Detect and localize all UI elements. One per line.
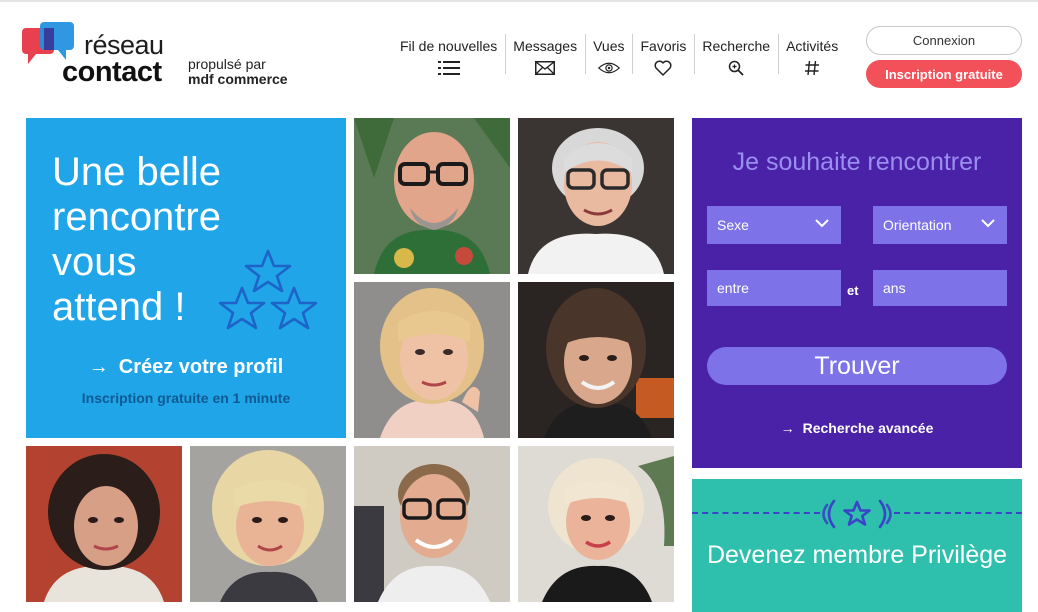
logo-word-contact: contact <box>62 56 162 88</box>
nav-item-label: Vues <box>593 38 625 54</box>
search-title: Je souhaite rencontrer <box>732 148 982 176</box>
advanced-search-label: Recherche avancée <box>802 420 934 436</box>
eye-icon <box>597 60 620 76</box>
stars-icon <box>218 249 318 330</box>
member-photo[interactable] <box>518 118 674 274</box>
nav-item-favorites[interactable]: Favoris <box>632 32 694 76</box>
find-button[interactable]: Trouver <box>707 347 1007 385</box>
member-photo[interactable] <box>354 118 510 274</box>
nav-item-label: Favoris <box>640 38 687 54</box>
sex-select-value: Sexe <box>717 217 749 233</box>
member-photo-image <box>354 446 510 602</box>
site-header: réseau contact propulsé par mdf commerce… <box>0 0 1038 100</box>
powered-by-text: propulsé par <box>188 56 266 72</box>
member-photo-image <box>518 446 674 602</box>
privilege-title: Devenez membre Privilège <box>706 541 1008 569</box>
member-photo-image <box>518 282 674 438</box>
search-panel: Je souhaite rencontrer Sexe Orientation … <box>692 118 1022 468</box>
advanced-search-link[interactable]: → Recherche avancée <box>692 420 1022 436</box>
member-photo[interactable] <box>518 282 674 438</box>
decorative-dashed-line <box>894 512 1022 516</box>
nav-item-search[interactable]: Recherche <box>694 32 778 76</box>
star-badge-icon <box>822 499 892 529</box>
orientation-select[interactable]: Orientation <box>873 206 1007 244</box>
create-profile-link[interactable]: → Créez votre profil <box>26 356 346 379</box>
hero-panel: Une belle rencontre vous attend ! → Créez… <box>26 118 346 438</box>
search-icon <box>725 60 747 76</box>
member-photo-image <box>26 446 182 602</box>
privilege-panel[interactable]: Devenez membre Privilège <box>692 479 1022 612</box>
logo-powered-by: propulsé par mdf commerce <box>188 57 288 87</box>
nav-item-label: Fil de nouvelles <box>400 38 498 54</box>
member-photo[interactable] <box>190 446 346 602</box>
arrow-right-icon: → <box>88 356 109 378</box>
signup-button[interactable]: Inscription gratuite <box>866 60 1022 88</box>
decorative-dashed-line <box>692 512 820 516</box>
envelope-icon <box>534 60 556 76</box>
nav-item-label: Activités <box>786 38 839 54</box>
nav-item-messages[interactable]: Messages <box>505 32 585 76</box>
login-button[interactable]: Connexion <box>866 26 1022 55</box>
nav-item-label: Messages <box>513 38 578 54</box>
member-photo[interactable] <box>354 282 510 438</box>
member-photo[interactable] <box>354 446 510 602</box>
arrow-right-icon: → <box>780 420 795 436</box>
member-photo[interactable] <box>518 446 674 602</box>
member-photo-image <box>354 118 510 274</box>
orientation-select-value: Orientation <box>883 217 952 233</box>
heart-icon <box>652 60 674 76</box>
nav-item-activities[interactable]: Activités <box>778 32 846 76</box>
member-photo-image <box>190 446 346 602</box>
nav-item-views[interactable]: Vues <box>585 32 632 76</box>
member-photo-image <box>354 282 510 438</box>
member-photo[interactable] <box>26 446 182 602</box>
nav-item-feed[interactable]: Fil de nouvelles <box>392 32 505 76</box>
list-icon <box>437 60 460 76</box>
sex-select[interactable]: Sexe <box>707 206 841 244</box>
member-photo-image <box>518 118 674 274</box>
main-nav: Fil de nouvelles Messages Vues Favoris R… <box>392 32 846 78</box>
nav-item-label: Recherche <box>702 38 771 54</box>
chevron-down-icon <box>981 219 995 228</box>
site-logo[interactable]: réseau contact propulsé par mdf commerce <box>22 20 302 90</box>
age-to-field[interactable]: ans <box>873 270 1007 306</box>
hero-subtitle: Inscription gratuite en 1 minute <box>81 390 291 406</box>
age-from-field[interactable]: entre <box>707 270 841 306</box>
powered-by-brand: mdf commerce <box>188 71 288 87</box>
chevron-down-icon <box>815 219 829 228</box>
hashtag-icon <box>801 60 823 76</box>
create-profile-label: Créez votre profil <box>118 356 284 378</box>
age-joiner: et <box>847 283 859 298</box>
